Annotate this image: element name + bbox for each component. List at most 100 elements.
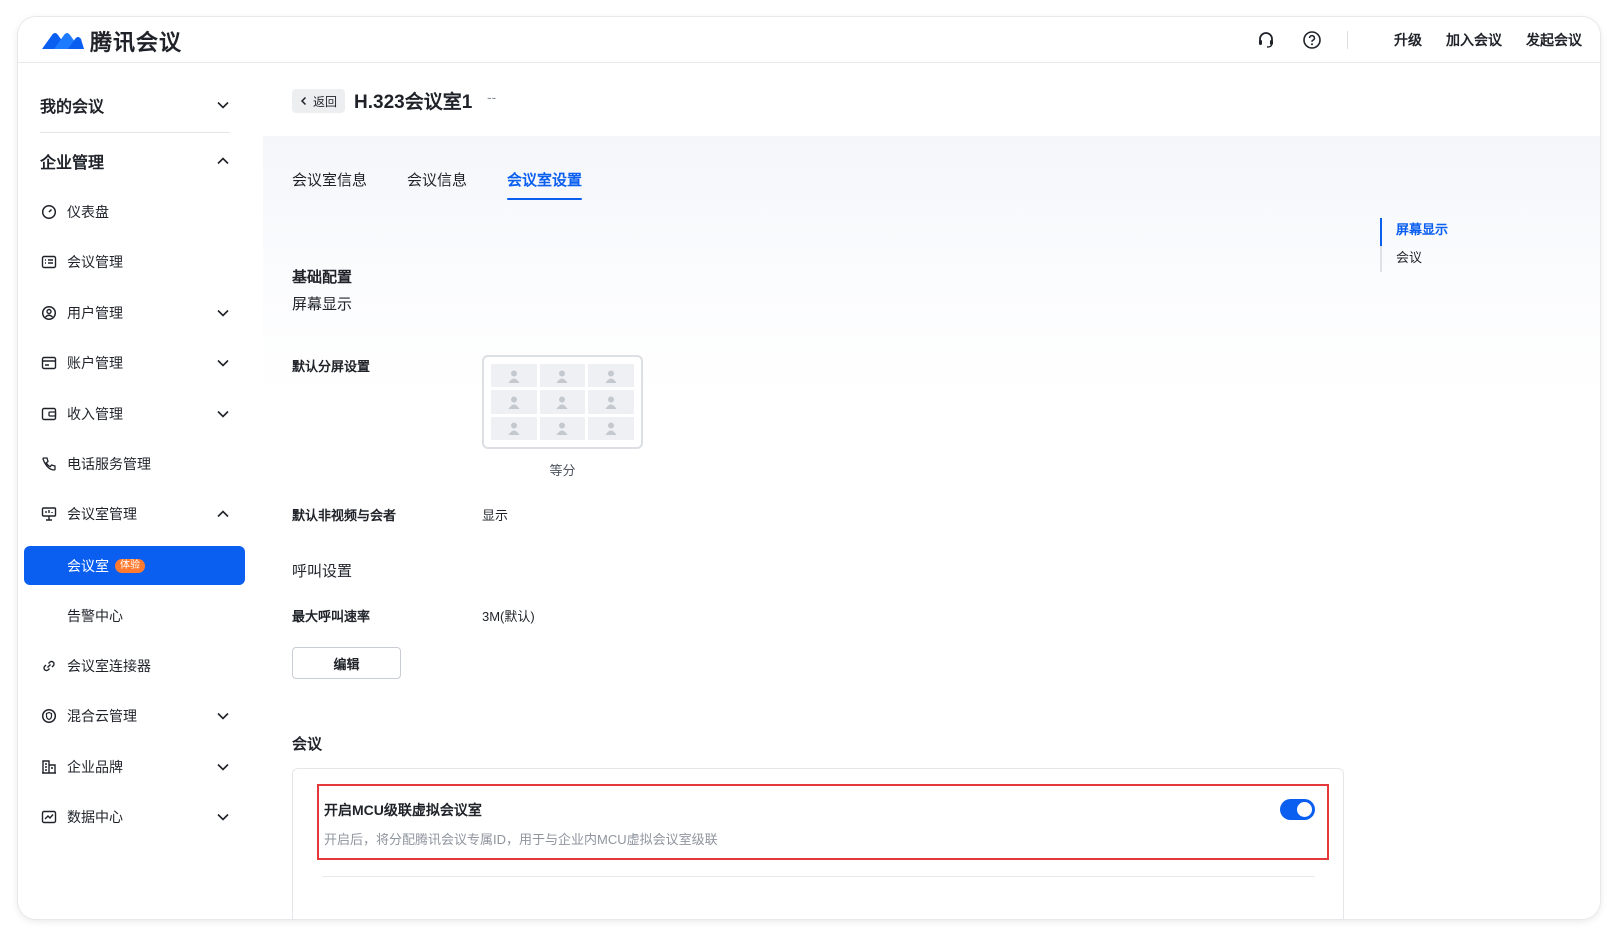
participant-icon xyxy=(539,364,586,388)
split-layout-caption: 等分 xyxy=(549,463,576,478)
sidebar-item-income-mgmt[interactable]: 收入管理 xyxy=(40,395,230,433)
help-icon[interactable] xyxy=(1301,29,1323,51)
sidebar-item-label: 告警中心 xyxy=(67,607,123,624)
top-actions: 升级 加入会议 发起会议 xyxy=(1231,17,1582,63)
edit-button[interactable]: 编辑 xyxy=(292,647,401,679)
start-meeting-link[interactable]: 发起会议 xyxy=(1526,30,1582,50)
sidebar-item-label: 混合云管理 xyxy=(67,708,137,724)
tab-room-info[interactable]: 会议室信息 xyxy=(292,169,367,200)
sidebar-item-user-mgmt[interactable]: 用户管理 xyxy=(40,294,230,332)
sidebar-item-dashboard[interactable]: 仪表盘 xyxy=(40,193,230,231)
app-logo[interactable]: 腾讯会议 xyxy=(40,25,182,57)
nav-group-enterprise[interactable]: 企业管理 xyxy=(40,141,230,181)
mcu-option-title: 开启MCU级联虚拟会议室 xyxy=(324,802,482,818)
dashboard-icon xyxy=(40,203,58,221)
sidebar-item-account-mgmt[interactable]: 账户管理 xyxy=(40,344,230,382)
sidebar-item-label: 企业品牌 xyxy=(67,759,123,775)
sidebar-item-label: 会议室 xyxy=(67,557,109,574)
default-split-label: 默认分屏设置 xyxy=(292,359,371,374)
participant-icon xyxy=(491,390,537,414)
main-content: 返回 H.323会议室1 -- 会议室信息 会议信息 会议室设置 屏幕显示 会议… xyxy=(263,63,1600,919)
building-icon xyxy=(40,758,58,776)
headset-icon[interactable] xyxy=(1255,29,1277,51)
sidebar-item-label: 会议室管理 xyxy=(67,506,137,522)
participant-icon xyxy=(588,364,634,388)
chevron-up-icon xyxy=(217,510,229,518)
mcu-option-highlight: 开启MCU级联虚拟会议室 开启后，将分配腾讯会议专属ID，用于与企业内MCU虚拟… xyxy=(317,784,1329,860)
tab-bar: 会议室信息 会议信息 会议室设置 xyxy=(292,169,622,200)
sidebar-item-label: 收入管理 xyxy=(67,406,123,422)
participant-icon xyxy=(539,416,586,440)
chevron-down-icon xyxy=(217,410,229,418)
sidebar-item-label: 电话服务管理 xyxy=(67,456,151,472)
non-video-value: 显示 xyxy=(482,508,509,523)
chevron-down-icon xyxy=(217,359,229,367)
list-icon xyxy=(40,253,58,271)
anchor-meeting[interactable]: 会议 xyxy=(1382,246,1448,274)
sidebar-item-label: 账户管理 xyxy=(67,355,123,371)
card-divider xyxy=(322,876,1315,877)
back-button[interactable]: 返回 xyxy=(292,89,346,113)
app-name: 腾讯会议 xyxy=(90,30,183,55)
sidebar: 我的会议 企业管理 仪表盘 会议管理 用户管理 账户管理 收入管理 电话服务管理… xyxy=(18,63,263,919)
page-title: H.323会议室1 xyxy=(354,92,473,113)
participant-icon xyxy=(588,416,634,440)
tab-meeting-info[interactable]: 会议信息 xyxy=(407,169,467,200)
chevron-left-icon xyxy=(300,96,307,106)
chart-icon xyxy=(40,808,58,826)
app-window: 腾讯会议 升级 加入会议 发起会议 我的会议 企业管理 仪表盘 会议管理 用户管… xyxy=(18,17,1600,919)
chevron-down-icon xyxy=(217,712,229,720)
card-icon xyxy=(40,354,58,372)
participant-icon xyxy=(588,390,634,414)
max-call-rate-value: 3M(默认) xyxy=(482,609,535,624)
mcu-cascade-toggle[interactable] xyxy=(1280,799,1315,820)
sidebar-item-room-mgmt[interactable]: 会议室管理 xyxy=(40,495,230,533)
chevron-down-icon xyxy=(217,763,229,771)
chevron-up-icon xyxy=(217,157,229,165)
basic-config-title: 基础配置 xyxy=(292,269,353,286)
participant-icon xyxy=(539,390,586,414)
anchor-screen-display[interactable]: 屏幕显示 xyxy=(1380,218,1448,246)
mcu-option-description: 开启后，将分配腾讯会议专属ID，用于与企业内MCU虚拟会议室级联 xyxy=(324,832,718,847)
sidebar-item-alert-center[interactable]: 告警中心 xyxy=(24,596,245,635)
sidebar-item-phone-service[interactable]: 电话服务管理 xyxy=(40,445,230,483)
link-icon xyxy=(40,657,58,675)
nav-group-my-meetings[interactable]: 我的会议 xyxy=(40,85,230,125)
non-video-label: 默认非视频与会者 xyxy=(292,508,397,523)
sidebar-item-label: 会议室连接器 xyxy=(67,658,151,674)
sidebar-item-meeting-room[interactable]: 会议室 体验 xyxy=(24,546,245,585)
sidebar-item-label: 用户管理 xyxy=(67,305,123,321)
max-call-rate-label: 最大呼叫速率 xyxy=(292,609,371,624)
tencent-meeting-logo-icon xyxy=(42,33,84,49)
room-icon xyxy=(40,505,58,523)
participant-icon xyxy=(491,416,537,440)
chevron-down-icon xyxy=(217,101,229,109)
screen-display-subtitle: 屏幕显示 xyxy=(292,296,353,313)
sidebar-item-meeting-mgmt[interactable]: 会议管理 xyxy=(40,243,230,281)
shield-icon xyxy=(40,707,58,725)
nav-divider xyxy=(40,132,230,133)
user-circle-icon xyxy=(40,304,58,322)
equal-split-layout-preview xyxy=(482,355,643,449)
sidebar-item-room-connector[interactable]: 会议室连接器 xyxy=(40,647,230,685)
anchor-nav: 屏幕显示 会议 xyxy=(1380,218,1448,272)
participant-icon xyxy=(491,364,537,388)
sidebar-item-hybrid-cloud[interactable]: 混合云管理 xyxy=(40,697,230,735)
sidebar-item-brand[interactable]: 企业品牌 xyxy=(40,748,230,786)
page-title-suffix: -- xyxy=(487,89,497,105)
sidebar-item-data-center[interactable]: 数据中心 xyxy=(40,798,230,836)
top-bar: 腾讯会议 升级 加入会议 发起会议 xyxy=(18,17,1600,63)
meeting-section-title: 会议 xyxy=(292,736,323,753)
trial-badge: 体验 xyxy=(115,558,145,573)
chevron-down-icon xyxy=(217,813,229,821)
chevron-down-icon xyxy=(217,309,229,317)
wallet-icon xyxy=(40,405,58,423)
nav-group-label: 我的会议 xyxy=(40,99,105,116)
tab-room-settings[interactable]: 会议室设置 xyxy=(507,169,583,200)
top-separator xyxy=(1347,31,1348,49)
sidebar-item-label: 数据中心 xyxy=(67,809,123,825)
call-settings-subtitle: 呼叫设置 xyxy=(292,563,353,580)
meeting-settings-card: 开启MCU级联虚拟会议室 开启后，将分配腾讯会议专属ID，用于与企业内MCU虚拟… xyxy=(292,768,1344,919)
join-meeting-link[interactable]: 加入会议 xyxy=(1446,30,1502,50)
upgrade-link[interactable]: 升级 xyxy=(1394,30,1422,50)
